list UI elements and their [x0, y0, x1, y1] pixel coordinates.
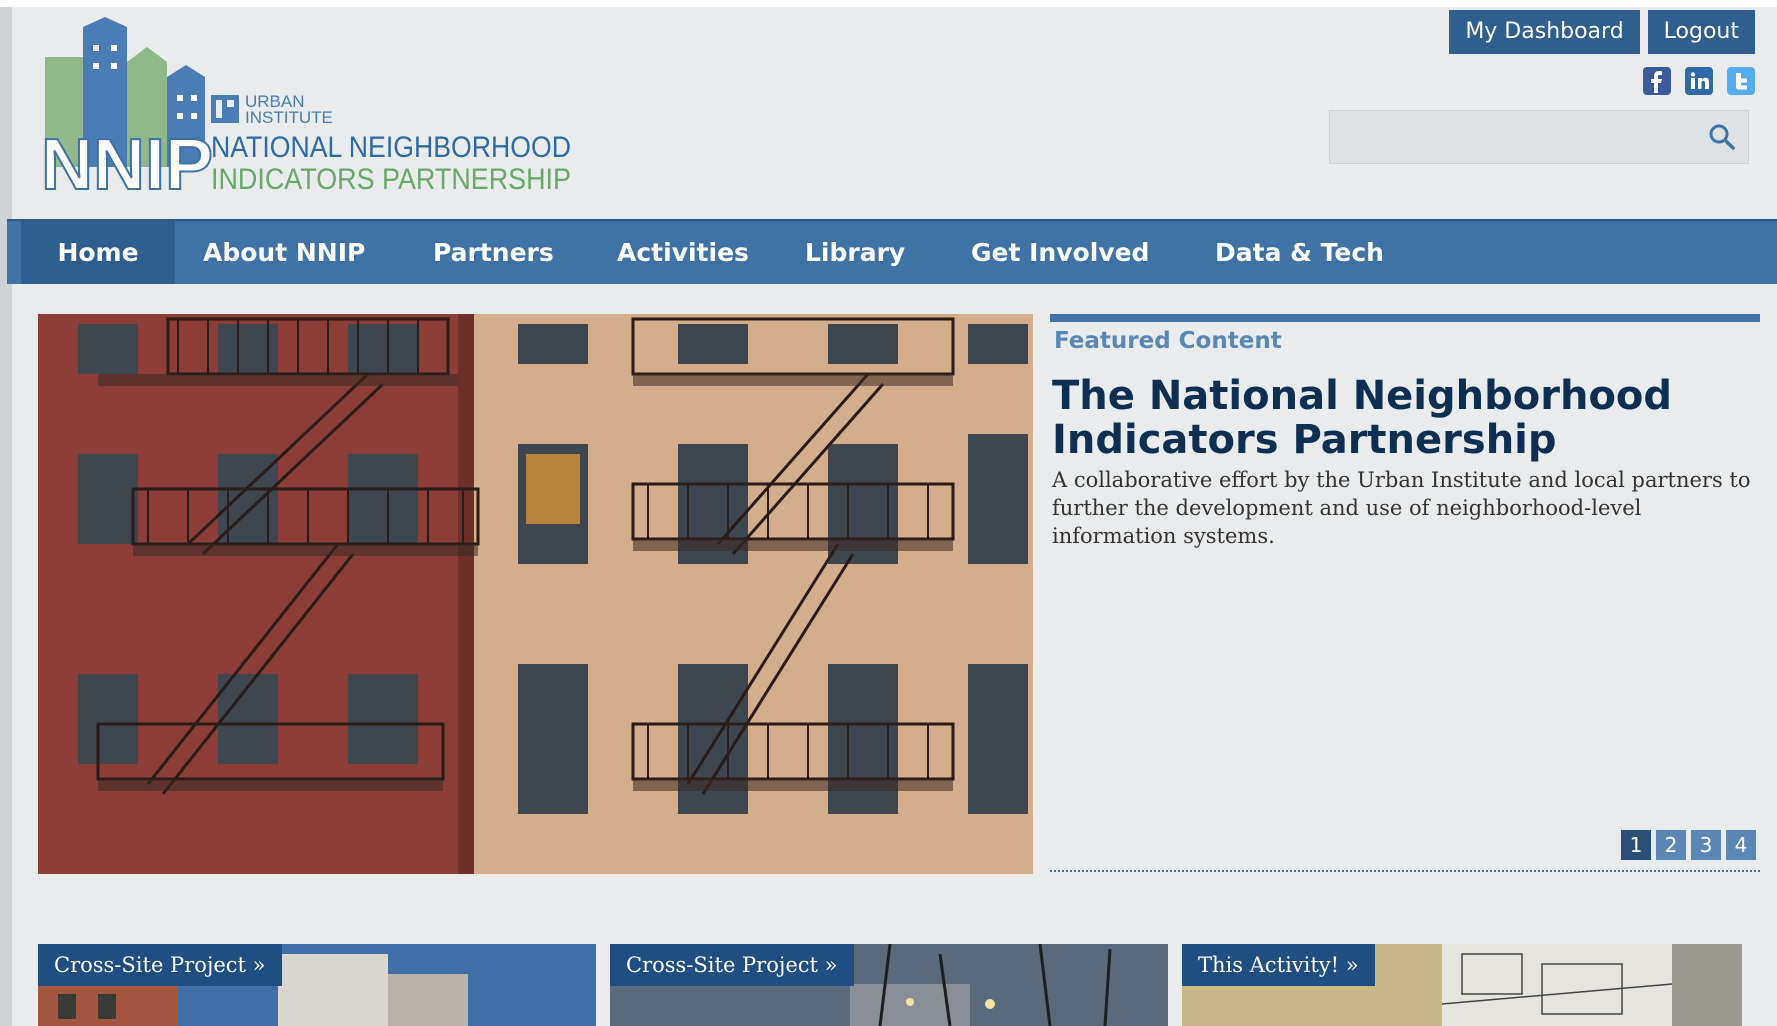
slide-pager: 1 2 3 4: [1621, 830, 1756, 860]
account-buttons: My Dashboard Logout: [1449, 10, 1755, 54]
twitter-icon[interactable]: [1727, 67, 1755, 95]
featured-content-label: Featured Content: [1054, 328, 1282, 354]
nav-library[interactable]: Library: [805, 221, 905, 284]
nav-about-nnip[interactable]: About NNIP: [203, 221, 365, 284]
tile-label-1[interactable]: Cross-Site Project »: [38, 944, 282, 986]
slide-page-4[interactable]: 4: [1726, 830, 1756, 860]
tile-label-2[interactable]: Cross-Site Project »: [610, 944, 854, 986]
slide-page-3[interactable]: 3: [1691, 830, 1721, 860]
nav-home[interactable]: Home: [21, 221, 175, 284]
nav-activities[interactable]: Activities: [617, 221, 749, 284]
logo-line2: INDICATORS PARTNERSHIP: [211, 163, 571, 196]
facebook-icon[interactable]: [1643, 67, 1671, 95]
search-box: [1329, 110, 1749, 164]
logout-button[interactable]: Logout: [1647, 10, 1755, 54]
linkedin-icon[interactable]: [1685, 67, 1713, 95]
hero-image-fire-escapes[interactable]: [38, 314, 1033, 874]
featured-title[interactable]: The National Neighborhood Indicators Par…: [1052, 374, 1752, 462]
my-dashboard-button[interactable]: My Dashboard: [1449, 10, 1640, 54]
search-input[interactable]: [1338, 119, 1702, 157]
featured-accent-bar: [1050, 314, 1760, 322]
social-links: [1643, 67, 1755, 95]
search-icon[interactable]: [1708, 123, 1736, 151]
tile-cross-site-project-1[interactable]: Cross-Site Project »: [38, 944, 596, 1026]
tile-label-3[interactable]: This Activity! »: [1182, 944, 1375, 986]
nav-get-involved[interactable]: Get Involved: [971, 221, 1149, 284]
logo-line1: NATIONAL NEIGHBORHOOD: [211, 131, 571, 164]
nav-partners[interactable]: Partners: [433, 221, 554, 284]
slide-page-2[interactable]: 2: [1656, 830, 1686, 860]
slide-page-1[interactable]: 1: [1621, 830, 1651, 860]
tile-this-activity[interactable]: This Activity! »: [1182, 944, 1742, 1026]
dotted-divider: [1050, 870, 1760, 872]
tile-cross-site-project-2[interactable]: Cross-Site Project »: [610, 944, 1168, 1026]
featured-content-panel: Featured Content The National Neighborho…: [1050, 314, 1760, 874]
logo-mark: NNIP: [41, 125, 213, 202]
main-navigation: Home About NNIP Partners Activities Libr…: [7, 219, 1777, 284]
nav-data-tech[interactable]: Data & Tech: [1215, 221, 1384, 284]
nnip-logo[interactable]: NNIP URBAN INSTITUTE NATIONAL NEIGHBORHO…: [37, 17, 577, 202]
header: NNIP URBAN INSTITUTE NATIONAL NEIGHBORHO…: [7, 7, 1777, 217]
featured-description: A collaborative effort by the Urban Inst…: [1052, 468, 1751, 548]
urban-institute-line2: INSTITUTE: [245, 108, 333, 127]
